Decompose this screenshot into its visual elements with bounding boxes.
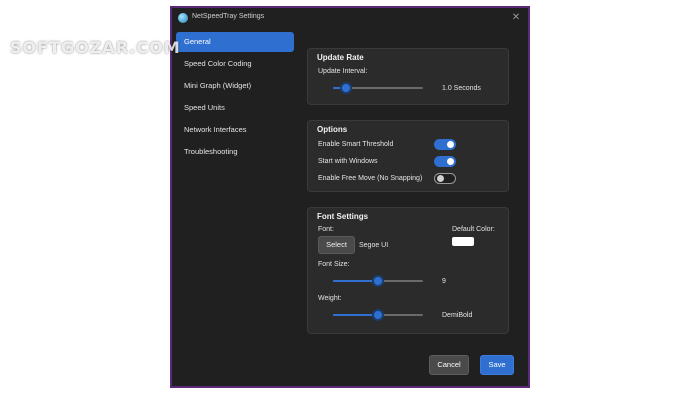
update-rate-title: Update Rate	[317, 53, 364, 62]
sidebar-item-speed-color-coding[interactable]: Speed Color Coding	[176, 54, 294, 74]
slider-thumb[interactable]	[339, 82, 352, 94]
toggle-knob	[447, 158, 454, 165]
font-settings-title: Font Settings	[317, 212, 369, 221]
smart-threshold-toggle[interactable]	[434, 139, 456, 150]
font-size-value: 9	[442, 278, 446, 285]
close-icon[interactable]: ✕	[508, 10, 524, 26]
default-color-swatch[interactable]	[452, 237, 474, 246]
font-size-slider[interactable]	[333, 274, 423, 288]
watermark-subtitle: دانلود نرم افزار ایرانی	[12, 58, 114, 71]
update-rate-card: Update Rate Update Interval: 1.0 Seconds	[307, 48, 509, 105]
window-title: NetSpeedTray Settings	[192, 13, 265, 20]
update-interval-label: Update Interval:	[318, 68, 368, 75]
start-with-windows-toggle[interactable]	[434, 156, 456, 167]
options-card: Options Enable Smart Threshold Start wit…	[307, 120, 509, 192]
settings-window: NetSpeedTray Settings ✕ General Speed Co…	[170, 6, 530, 388]
weight-slider[interactable]	[333, 308, 423, 322]
slider-thumb[interactable]	[372, 309, 384, 321]
free-move-label: Enable Free Move (No Snapping)	[318, 175, 423, 182]
weight-label: Weight:	[318, 295, 342, 302]
default-color-label: Default Color:	[452, 226, 495, 233]
toggle-knob	[447, 141, 454, 148]
save-button[interactable]: Save	[480, 355, 514, 375]
free-move-toggle[interactable]	[434, 173, 456, 184]
sidebar: General Speed Color Coding Mini Graph (W…	[176, 32, 294, 164]
sidebar-item-network-interfaces[interactable]: Network Interfaces	[176, 120, 294, 140]
start-with-windows-label: Start with Windows	[318, 158, 378, 165]
sidebar-item-general[interactable]: General	[176, 32, 294, 52]
sidebar-item-mini-graph[interactable]: Mini Graph (Widget)	[176, 76, 294, 96]
weight-value: DemiBold	[442, 312, 473, 319]
sidebar-item-speed-units[interactable]: Speed Units	[176, 98, 294, 118]
sidebar-item-troubleshooting[interactable]: Troubleshooting	[176, 142, 294, 162]
title-bar: NetSpeedTray Settings ✕	[172, 8, 528, 30]
cancel-button[interactable]: Cancel	[429, 355, 469, 375]
font-name-value: Segoe UI	[359, 242, 389, 249]
watermark-logo-text: SOFTGOZAR.COM	[10, 38, 181, 57]
update-interval-slider[interactable]	[333, 81, 423, 95]
toggle-knob	[437, 175, 444, 182]
slider-thumb[interactable]	[372, 275, 384, 287]
smart-threshold-label: Enable Smart Threshold	[318, 141, 394, 148]
font-label: Font:	[318, 226, 334, 233]
font-size-label: Font Size:	[318, 261, 350, 268]
options-title: Options	[317, 125, 348, 134]
select-font-button[interactable]: Select	[318, 236, 355, 254]
font-settings-card: Font Settings Font: Select Segoe UI Defa…	[307, 207, 509, 334]
update-interval-value: 1.0 Seconds	[442, 85, 481, 92]
app-icon	[178, 13, 188, 23]
